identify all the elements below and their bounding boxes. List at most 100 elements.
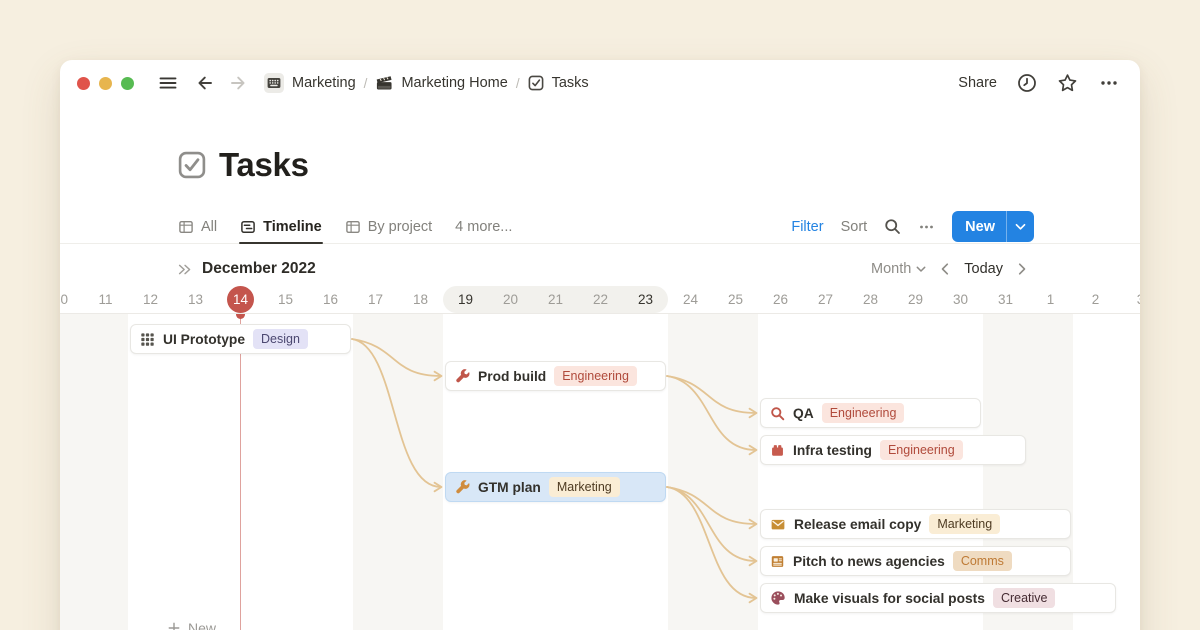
task-title: Release email copy <box>794 517 921 532</box>
date-label: 15 <box>278 286 293 313</box>
dependency-arrow <box>667 376 756 413</box>
double-chevron-right-icon[interactable] <box>177 262 192 277</box>
add-task-button[interactable]: New <box>167 620 216 630</box>
dependency-arrow <box>352 339 441 376</box>
task-tag: Engineering <box>554 366 637 386</box>
breadcrumb-separator: / <box>364 76 368 91</box>
task-card[interactable]: GTM plan Marketing <box>445 472 666 502</box>
task-title: QA <box>793 406 814 421</box>
date-label: 20 <box>503 286 518 313</box>
checkbox-icon[interactable] <box>178 151 206 179</box>
date-label: 2 <box>1092 286 1100 313</box>
share-button[interactable]: Share <box>958 75 997 91</box>
more-icon[interactable] <box>918 219 935 235</box>
tab-label: By project <box>368 219 432 235</box>
task-title: Pitch to news agencies <box>793 554 945 569</box>
chevron-left-icon[interactable] <box>941 263 949 275</box>
zoom-button[interactable] <box>121 77 134 90</box>
task-card[interactable]: Infra testingEngineering <box>760 435 1026 465</box>
tab-all[interactable]: All <box>178 209 217 244</box>
date-label: 24 <box>683 286 698 313</box>
date-label: 21 <box>548 286 563 313</box>
date-label: 11 <box>98 286 112 313</box>
breadcrumb-separator: / <box>516 76 520 91</box>
date-label: 18 <box>413 286 428 313</box>
breadcrumb-label: Marketing Home <box>401 75 507 91</box>
search-icon[interactable] <box>884 218 901 235</box>
timeline-scale-select[interactable]: Month <box>871 261 926 277</box>
task-tag: Marketing <box>549 477 620 497</box>
breadcrumb-item-marketing[interactable]: Marketing <box>264 73 356 93</box>
task-tag: Creative <box>993 588 1056 608</box>
breadcrumb-item-marketing-home[interactable]: Marketing Home <box>375 74 507 92</box>
timeline-body: New UI Prototype Design Prod build Engineer… <box>60 314 1140 630</box>
task-tag: Engineering <box>822 403 905 423</box>
brick-icon <box>770 443 785 458</box>
more-icon[interactable] <box>1098 74 1120 92</box>
breadcrumb-label: Tasks <box>552 75 589 91</box>
minimize-button[interactable] <box>99 77 112 90</box>
back-arrow-icon[interactable] <box>195 73 215 93</box>
task-tag: Engineering <box>880 440 963 460</box>
date-label: 25 <box>728 286 743 313</box>
close-button[interactable] <box>77 77 90 90</box>
task-title: Make visuals for social posts <box>794 591 985 606</box>
add-task-label: New <box>188 620 216 630</box>
date-label: 30 <box>953 286 968 313</box>
date-label: 23 <box>638 286 653 313</box>
chevron-down-icon <box>916 266 926 273</box>
breadcrumb-item-tasks[interactable]: Tasks <box>528 75 589 91</box>
date-label: 1 <box>1047 286 1055 313</box>
tab-timeline[interactable]: Timeline <box>240 209 322 244</box>
date-label: 13 <box>188 286 203 313</box>
timeline-month-label: December 2022 <box>202 260 316 278</box>
task-title: UI Prototype <box>163 332 245 347</box>
star-icon[interactable] <box>1057 73 1078 93</box>
date-label: 29 <box>908 286 923 313</box>
today-button[interactable]: Today <box>964 261 1003 277</box>
task-card[interactable]: Prod build Engineering <box>445 361 666 391</box>
plus-icon <box>167 621 181 630</box>
window-top-bar: Marketing / Marketing Home / Tasks Share <box>60 60 1140 106</box>
date-label: 22 <box>593 286 608 313</box>
task-card[interactable]: UI Prototype Design <box>130 324 351 354</box>
new-button[interactable]: New <box>952 211 1034 242</box>
chevron-down-icon[interactable] <box>1007 211 1034 242</box>
task-tag: Comms <box>953 551 1012 571</box>
traffic-lights <box>77 77 134 90</box>
forward-arrow-icon[interactable] <box>228 73 248 93</box>
chevron-right-icon[interactable] <box>1018 263 1026 275</box>
tab-label: 4 more... <box>455 219 512 235</box>
timeline-icon <box>240 219 256 235</box>
clock-icon[interactable] <box>1017 73 1037 93</box>
timeline-date-strip: 1011121314151617181920212223242526272829… <box>60 286 1140 314</box>
table-icon <box>345 219 361 235</box>
task-card[interactable]: QA Engineering <box>760 398 981 428</box>
date-label: 26 <box>773 286 788 313</box>
search-icon <box>770 406 785 421</box>
timeline-scale-label: Month <box>871 261 911 277</box>
task-card[interactable]: Pitch to news agencies Comms <box>760 546 1071 576</box>
tab-label: All <box>201 219 217 235</box>
dependency-arrow <box>667 487 756 598</box>
task-tag: Design <box>253 329 308 349</box>
tab-by-project[interactable]: By project <box>345 209 432 244</box>
task-card[interactable]: Make visuals for social posts Creative <box>760 583 1116 613</box>
sort-button[interactable]: Sort <box>841 219 868 235</box>
task-card[interactable]: Release email copy Marketing <box>760 509 1071 539</box>
date-label: 12 <box>143 286 158 313</box>
date-label: 3 <box>1137 286 1140 313</box>
today-date-badge[interactable]: 14 <box>227 286 254 313</box>
filter-button[interactable]: Filter <box>791 219 823 235</box>
menu-icon[interactable] <box>158 75 178 91</box>
news-icon <box>770 554 785 569</box>
wrench-icon <box>455 480 470 495</box>
task-tag: Marketing <box>929 514 1000 534</box>
task-title: Prod build <box>478 369 546 384</box>
grid-icon <box>140 332 155 347</box>
date-label: 17 <box>368 286 383 313</box>
task-title: GTM plan <box>478 480 541 495</box>
tab-more[interactable]: 4 more... <box>455 209 512 244</box>
date-label: 10 <box>60 286 68 313</box>
new-button-label: New <box>952 211 1006 242</box>
